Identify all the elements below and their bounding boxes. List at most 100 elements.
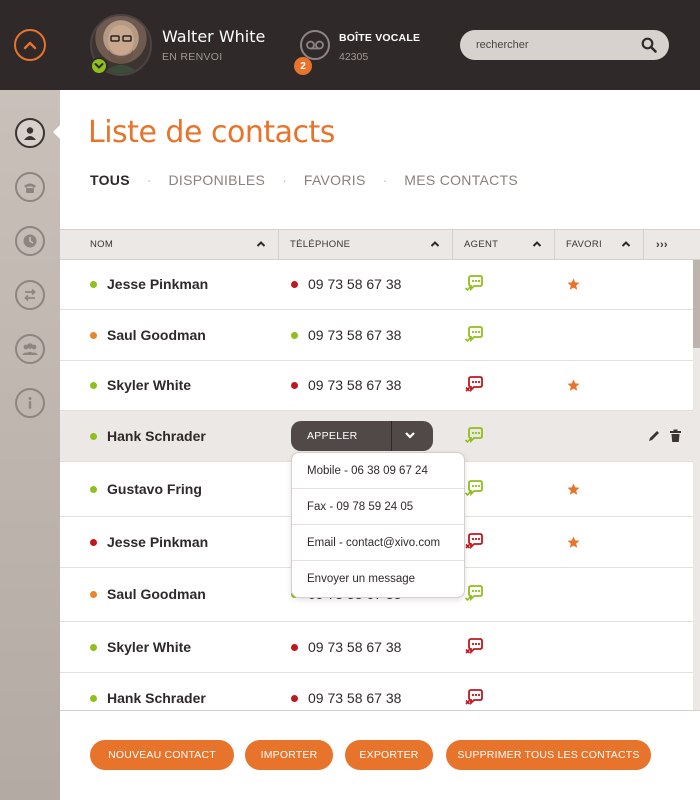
import-button[interactable]: IMPORTER bbox=[245, 740, 333, 770]
column-header-phone[interactable]: TÉLÉPHONE bbox=[279, 230, 453, 259]
tab-available[interactable]: DISPONIBLES bbox=[169, 172, 266, 188]
search-input[interactable] bbox=[476, 30, 636, 60]
scrollbar-thumb[interactable] bbox=[693, 260, 700, 348]
contact-name: Gustavo Fring bbox=[107, 481, 202, 497]
page-title: Liste de contacts bbox=[88, 115, 335, 150]
search-icon[interactable] bbox=[641, 37, 657, 53]
table-row[interactable]: Hank Schrader 09 73 58 67 38 bbox=[60, 673, 700, 710]
agent-available-icon bbox=[464, 585, 483, 602]
contact-name: Jesse Pinkman bbox=[107, 276, 209, 292]
voicemail-button[interactable] bbox=[300, 30, 330, 60]
filter-tabs: TOUS · DISPONIBLES · FAVORIS · MES CONTA… bbox=[90, 172, 518, 188]
chevron-down-icon[interactable] bbox=[404, 430, 416, 440]
sidebar bbox=[0, 90, 60, 800]
search-box bbox=[460, 30, 669, 60]
column-label: AGENT bbox=[464, 239, 499, 250]
presence-dot bbox=[90, 695, 97, 702]
collapse-button[interactable] bbox=[14, 29, 46, 61]
call-button-label: APPELER bbox=[307, 430, 358, 442]
phone-status-dot bbox=[291, 382, 298, 389]
presence-dot bbox=[90, 591, 97, 598]
contact-name: Skyler White bbox=[107, 377, 192, 393]
agent-unavailable-icon bbox=[465, 376, 483, 393]
divider bbox=[391, 421, 392, 451]
tab-separator: · bbox=[382, 172, 388, 188]
contact-phone[interactable]: 09 73 58 67 38 bbox=[308, 377, 401, 393]
menu-item-mobile[interactable]: Mobile - 06 38 09 67 24 bbox=[292, 453, 464, 489]
user-icon bbox=[24, 127, 36, 140]
column-label: FAVORI bbox=[566, 239, 602, 250]
presence-dot bbox=[90, 486, 97, 493]
presence-dot bbox=[90, 332, 97, 339]
column-header-name[interactable]: NOM bbox=[60, 230, 279, 259]
table-row[interactable]: Skyler White 09 73 58 67 38 bbox=[60, 622, 700, 673]
presence-dot bbox=[90, 644, 97, 651]
sort-asc-icon[interactable] bbox=[621, 240, 631, 248]
presence-dot bbox=[90, 382, 97, 389]
chevron-down-icon bbox=[94, 63, 104, 69]
contact-phone[interactable]: 09 73 58 67 38 bbox=[308, 690, 401, 706]
contact-name: Saul Goodman bbox=[107, 327, 206, 343]
table-row[interactable]: Skyler White 09 73 58 67 38 bbox=[60, 361, 700, 411]
sidebar-item-transfer[interactable] bbox=[15, 280, 45, 310]
menu-item-email[interactable]: Email - contact@xivo.com bbox=[292, 525, 464, 561]
tab-separator: · bbox=[146, 172, 152, 188]
presence-dot bbox=[90, 433, 97, 440]
voicemail-count-badge: 2 bbox=[294, 57, 312, 75]
tab-separator: · bbox=[282, 172, 287, 188]
tab-my-contacts[interactable]: MES CONTACTS bbox=[404, 172, 518, 188]
trash-icon[interactable] bbox=[669, 429, 682, 443]
contact-phone[interactable]: 09 73 58 67 38 bbox=[308, 327, 401, 343]
sidebar-item-history[interactable] bbox=[15, 226, 45, 256]
phone-icon bbox=[24, 183, 36, 193]
export-button[interactable]: EXPORTER bbox=[345, 740, 433, 770]
menu-item-fax[interactable]: Fax - 09 78 59 24 05 bbox=[292, 489, 464, 525]
contact-name: Hank Schrader bbox=[107, 690, 206, 706]
contact-name: Hank Schrader bbox=[107, 428, 206, 444]
more-columns-button[interactable]: ››› bbox=[644, 230, 700, 259]
tab-favorites[interactable]: FAVORIS bbox=[304, 172, 366, 188]
column-label: TÉLÉPHONE bbox=[290, 239, 351, 250]
favorite-star-icon[interactable] bbox=[567, 379, 580, 392]
user-name: Walter White bbox=[162, 27, 266, 46]
call-button[interactable]: APPELER bbox=[291, 421, 433, 451]
delete-all-contacts-button[interactable]: SUPPRIMER TOUS LES CONTACTS bbox=[446, 740, 651, 770]
tab-all[interactable]: TOUS bbox=[90, 172, 130, 188]
favorite-star-icon[interactable] bbox=[567, 278, 580, 291]
table-row[interactable]: Jesse Pinkman 09 73 58 67 38 bbox=[60, 260, 700, 310]
sidebar-item-info[interactable] bbox=[15, 388, 45, 418]
phone-status-dot bbox=[291, 281, 298, 288]
phone-status-dot bbox=[291, 332, 298, 339]
presence-status-icon[interactable] bbox=[90, 57, 108, 75]
favorite-star-icon[interactable] bbox=[567, 536, 580, 549]
voicemail-number: 42305 bbox=[339, 51, 369, 63]
column-header-agent[interactable]: AGENT bbox=[453, 230, 555, 259]
sidebar-item-contacts[interactable] bbox=[15, 118, 45, 148]
contact-phone[interactable]: 09 73 58 67 38 bbox=[308, 276, 401, 292]
contact-name: Saul Goodman bbox=[107, 586, 206, 602]
column-label: NOM bbox=[90, 239, 114, 250]
sort-asc-icon[interactable] bbox=[256, 240, 266, 248]
favorite-star-icon[interactable] bbox=[567, 483, 580, 496]
sidebar-item-groups[interactable] bbox=[15, 334, 45, 364]
sort-asc-icon[interactable] bbox=[430, 240, 440, 248]
table-row[interactable]: Saul Goodman 09 73 58 67 38 bbox=[60, 311, 700, 361]
chevron-up-icon bbox=[23, 41, 37, 50]
clock-icon bbox=[23, 234, 37, 248]
agent-available-icon bbox=[464, 326, 483, 343]
edit-icon[interactable] bbox=[647, 429, 661, 443]
phone-status-dot bbox=[291, 644, 298, 651]
agent-available-icon bbox=[464, 480, 483, 497]
menu-item-send-message[interactable]: Envoyer un message bbox=[292, 561, 464, 597]
contact-name: Jesse Pinkman bbox=[107, 534, 209, 550]
agent-unavailable-icon bbox=[465, 533, 483, 550]
agent-available-icon bbox=[464, 275, 483, 292]
new-contact-button[interactable]: NOUVEAU CONTACT bbox=[90, 740, 234, 770]
sort-asc-icon[interactable] bbox=[532, 240, 542, 248]
contact-phone[interactable]: 09 73 58 67 38 bbox=[308, 639, 401, 655]
sidebar-item-phone[interactable] bbox=[15, 172, 45, 202]
column-header-favorite[interactable]: FAVORI bbox=[555, 230, 644, 259]
scrollbar[interactable] bbox=[693, 260, 700, 710]
table-header: NOM TÉLÉPHONE AGENT FAVORI ››› bbox=[60, 229, 700, 260]
info-icon bbox=[28, 397, 32, 409]
